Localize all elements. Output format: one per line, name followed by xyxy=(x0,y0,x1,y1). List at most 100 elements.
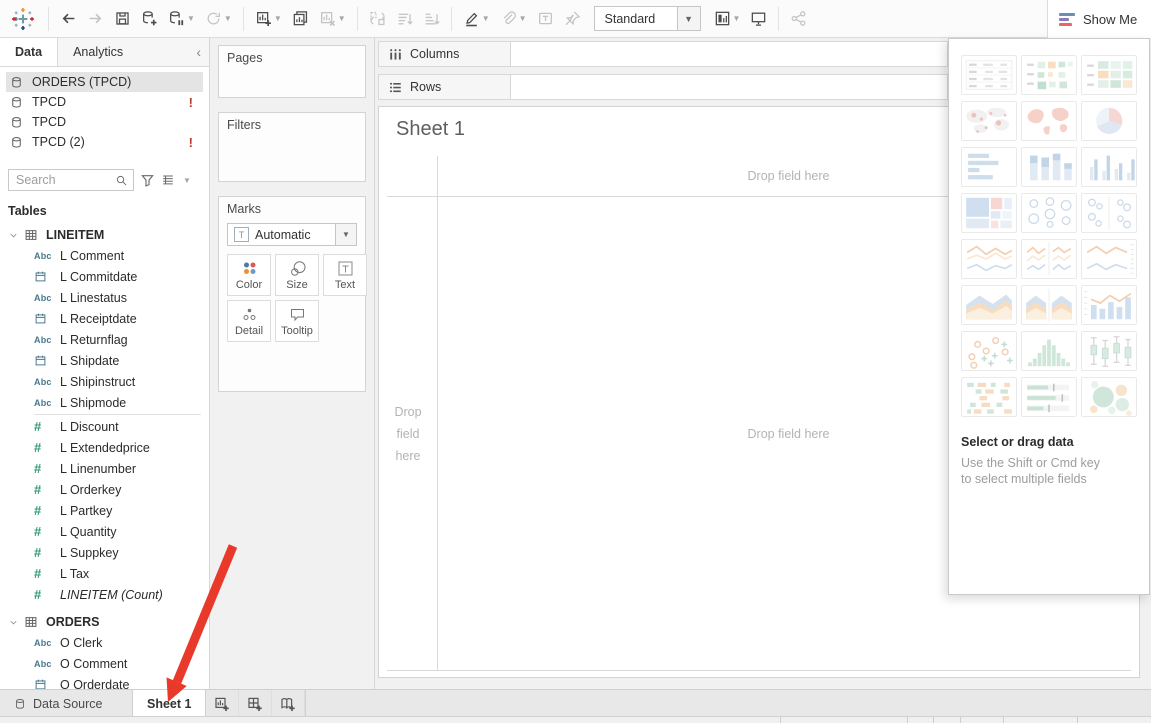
showme-thumb-circle-views[interactable] xyxy=(1021,193,1077,233)
field-item[interactable]: AbcL Comment xyxy=(0,245,209,266)
duplicate-sheet-button[interactable] xyxy=(287,4,314,34)
field-item[interactable]: AbcO Clerk xyxy=(0,632,209,653)
showme-thumb-dual-combination[interactable] xyxy=(1081,285,1137,325)
showme-thumb-text-table[interactable] xyxy=(961,55,1017,95)
field-item[interactable]: #L Orderkey xyxy=(0,479,209,500)
fit-selector-caret-icon[interactable]: ▼ xyxy=(677,7,700,30)
showme-thumb-area-continuous[interactable] xyxy=(961,285,1017,325)
group-members-button[interactable]: ▼ xyxy=(495,4,532,34)
new-worksheet-caret-icon[interactable]: ▼ xyxy=(274,14,282,23)
pause-auto-updates-button[interactable]: ▼ xyxy=(163,4,200,34)
clear-sheet-caret-icon[interactable]: ▼ xyxy=(338,14,346,23)
data-source-item[interactable]: TPCD xyxy=(6,112,203,132)
table-group-orders[interactable]: ORDERS xyxy=(0,612,209,632)
field-item[interactable]: O Orderdate xyxy=(0,674,209,690)
new-dashboard-button[interactable] xyxy=(239,690,272,717)
marks-size-button[interactable]: Size xyxy=(275,254,319,296)
showme-thumb-box-and-whisker[interactable] xyxy=(1081,331,1137,371)
marks-tooltip-button[interactable]: Tooltip xyxy=(275,300,319,342)
showme-thumb-packed-bubbles[interactable] xyxy=(1081,377,1137,417)
run-auto-updates-button[interactable]: ▼ xyxy=(200,4,237,34)
showme-thumb-area-discrete[interactable] xyxy=(1021,285,1077,325)
drop-zone-left[interactable]: Dropfieldhere xyxy=(379,196,437,671)
columns-shelf[interactable]: Columns xyxy=(378,41,948,67)
showme-thumb-side-by-side-circles[interactable] xyxy=(1081,193,1137,233)
sort-descending-button[interactable] xyxy=(418,4,445,34)
show-hide-cards-caret-icon[interactable]: ▼ xyxy=(733,14,741,23)
showme-thumb-lines-discrete[interactable] xyxy=(1021,239,1077,279)
chevron-down-icon[interactable] xyxy=(8,230,19,241)
showme-thumb-stacked-bars[interactable] xyxy=(1021,147,1077,187)
collapse-pane-icon[interactable]: ‹ xyxy=(196,38,201,66)
show-mark-labels-button[interactable] xyxy=(532,4,559,34)
table-group-lineitem[interactable]: LINEITEM xyxy=(0,225,209,245)
showme-thumb-side-by-side-bars[interactable] xyxy=(1081,147,1137,187)
showme-thumb-lines-continuous[interactable] xyxy=(961,239,1017,279)
show-hide-cards-button[interactable]: ▼ xyxy=(709,4,746,34)
fix-axes-button[interactable] xyxy=(559,4,586,34)
view-list-icon[interactable] xyxy=(161,173,175,187)
filter-icon[interactable] xyxy=(140,173,155,188)
mark-type-dropdown[interactable]: T Automatic ▼ xyxy=(227,223,357,246)
new-worksheet-button[interactable] xyxy=(206,690,239,717)
new-story-button[interactable] xyxy=(272,690,305,717)
highlight-caret-icon[interactable]: ▼ xyxy=(482,14,490,23)
undo-button[interactable] xyxy=(55,4,82,34)
mark-type-caret-icon[interactable]: ▼ xyxy=(335,224,356,245)
highlight-button[interactable]: ▼ xyxy=(458,4,495,34)
field-item[interactable]: AbcL Shipinstruct xyxy=(0,371,209,392)
marks-text-button[interactable]: Text xyxy=(323,254,367,296)
presentation-mode-button[interactable] xyxy=(745,4,772,34)
group-members-caret-icon[interactable]: ▼ xyxy=(519,14,527,23)
field-item[interactable]: #L Suppkey xyxy=(0,542,209,563)
save-button[interactable] xyxy=(109,4,136,34)
field-item[interactable]: L Receiptdate xyxy=(0,308,209,329)
field-item[interactable]: AbcL Returnflag xyxy=(0,329,209,350)
data-source-item[interactable]: TPCD! xyxy=(6,92,203,112)
search-input[interactable] xyxy=(14,172,115,188)
pause-auto-updates-caret-icon[interactable]: ▼ xyxy=(187,14,195,23)
filters-shelf[interactable]: Filters xyxy=(218,112,366,182)
field-item[interactable]: #L Quantity xyxy=(0,521,209,542)
showme-thumb-symbol-map[interactable] xyxy=(961,101,1017,141)
clear-sheet-button[interactable]: ▼ xyxy=(314,4,351,34)
data-source-item[interactable]: ORDERS (TPCD) xyxy=(6,72,203,92)
bottom-tab-data-source[interactable]: Data Source xyxy=(0,690,120,717)
field-item[interactable]: #L Discount xyxy=(0,416,209,437)
fit-selector[interactable]: Standard▼ xyxy=(594,6,701,31)
field-item[interactable]: AbcO Comment xyxy=(0,653,209,674)
view-list-caret-icon[interactable]: ▼ xyxy=(183,176,191,185)
showme-thumb-heatmap[interactable] xyxy=(1081,55,1137,95)
showme-thumb-scatter-plot[interactable] xyxy=(961,331,1017,371)
showme-thumb-filled-map[interactable] xyxy=(1021,101,1077,141)
new-worksheet-button[interactable]: ▼ xyxy=(250,4,287,34)
share-workbook-button[interactable] xyxy=(785,4,812,34)
showme-thumb-highlight-table[interactable] xyxy=(1021,55,1077,95)
sort-ascending-button[interactable] xyxy=(391,4,418,34)
pages-shelf[interactable]: Pages xyxy=(218,45,366,98)
new-data-source-button[interactable] xyxy=(136,4,163,34)
showme-thumb-gantt[interactable] xyxy=(961,377,1017,417)
rows-shelf[interactable]: Rows xyxy=(378,74,948,100)
redo-button[interactable] xyxy=(82,4,109,34)
field-item[interactable]: #L Partkey xyxy=(0,500,209,521)
field-item[interactable]: L Commitdate xyxy=(0,266,209,287)
field-item[interactable]: #L Tax xyxy=(0,563,209,584)
field-item[interactable]: L Shipdate xyxy=(0,350,209,371)
data-pane-tab-data[interactable]: Data xyxy=(0,38,58,66)
field-item[interactable]: AbcL Shipmode xyxy=(0,392,209,413)
marks-color-button[interactable]: Color xyxy=(227,254,271,296)
showme-thumb-treemap[interactable] xyxy=(961,193,1017,233)
bottom-tab-sheet-1[interactable]: Sheet 1 xyxy=(132,690,206,717)
showme-thumb-pie-chart[interactable] xyxy=(1081,101,1137,141)
field-item[interactable]: #L Extendedprice xyxy=(0,437,209,458)
showme-thumb-histogram[interactable] xyxy=(1021,331,1077,371)
chevron-down-icon[interactable] xyxy=(8,617,19,628)
marks-detail-button[interactable]: Detail xyxy=(227,300,271,342)
run-auto-updates-caret-icon[interactable]: ▼ xyxy=(224,14,232,23)
showme-thumb-bullet-graph[interactable] xyxy=(1021,377,1077,417)
data-source-item[interactable]: TPCD (2)! xyxy=(6,132,203,152)
showme-thumb-dual-lines[interactable] xyxy=(1081,239,1137,279)
showme-thumb-horizontal-bars[interactable] xyxy=(961,147,1017,187)
show-me-button[interactable]: Show Me xyxy=(1047,0,1151,38)
